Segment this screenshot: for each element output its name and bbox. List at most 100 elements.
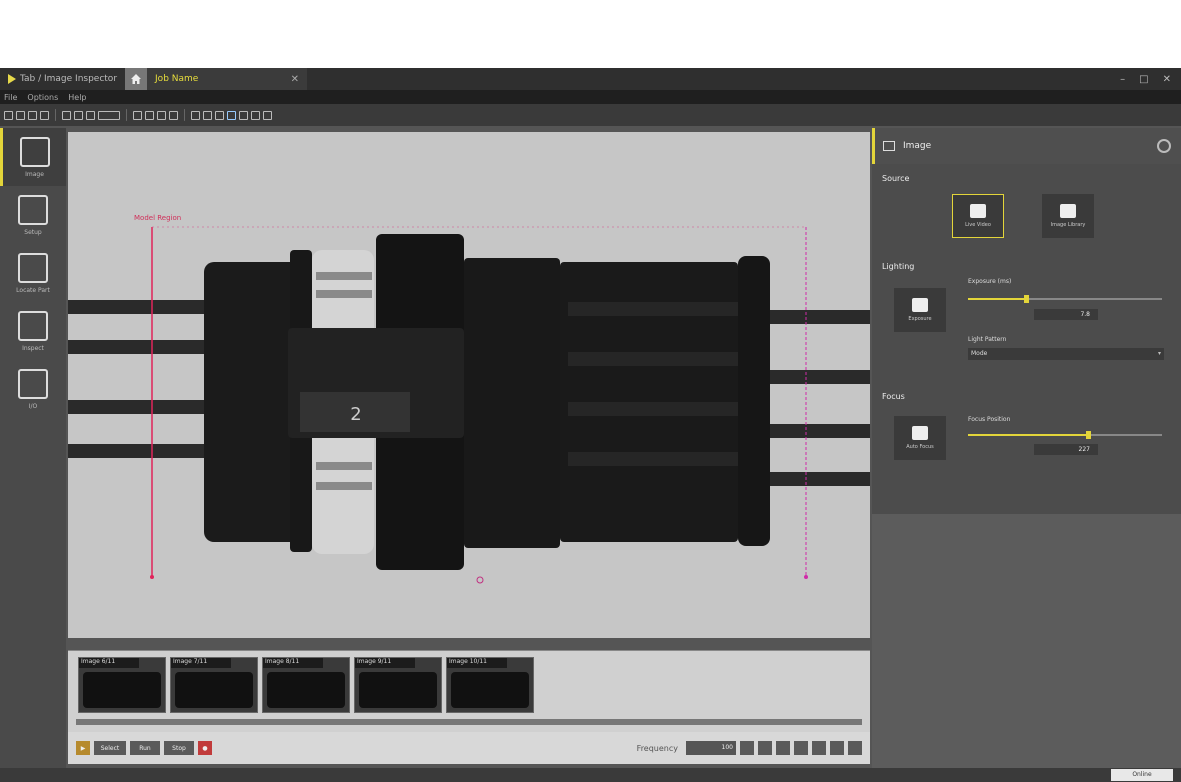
stop-button[interactable]: Stop <box>164 741 194 755</box>
image-library-label: Image Library <box>1050 222 1086 228</box>
undo-icon[interactable] <box>157 110 166 120</box>
light-pattern-dropdown[interactable]: Mode ▾ <box>968 348 1164 360</box>
play-icon: ▶ <box>80 744 86 752</box>
save-all-icon[interactable] <box>40 110 49 120</box>
trigger-icon[interactable] <box>98 110 120 120</box>
cross-icon[interactable] <box>239 110 248 120</box>
next-frame-icon[interactable] <box>830 741 844 755</box>
gear-icon[interactable] <box>1157 139 1171 153</box>
copy-icon[interactable] <box>133 110 142 120</box>
nav-item-io[interactable]: I/O <box>0 360 66 418</box>
thumbnail[interactable]: Image 7/11 <box>170 657 258 713</box>
thumbnail-label: Image 8/11 <box>263 658 323 668</box>
close-tab-icon[interactable]: ✕ <box>291 74 299 85</box>
grab-icon[interactable] <box>74 110 83 120</box>
paste-icon[interactable] <box>145 110 154 120</box>
maximize-button[interactable]: □ <box>1139 74 1148 85</box>
filmstrip-scrollbar[interactable] <box>76 719 862 725</box>
toolbar-separator <box>184 109 185 121</box>
focus-slider[interactable] <box>968 431 1162 439</box>
prev-frame-icon[interactable] <box>758 741 772 755</box>
refresh-icon[interactable] <box>263 110 272 120</box>
toolbar <box>0 104 1181 126</box>
live-video-button[interactable]: Live Video <box>952 194 1004 238</box>
nav-label: I/O <box>28 402 38 410</box>
new-icon[interactable] <box>4 110 13 120</box>
focus-position-label: Focus Position <box>968 416 1011 423</box>
active-tab-label: Job Name <box>155 74 199 84</box>
filmstrip: Image 6/11 Image 7/11 Image 8/11 Image 9… <box>68 650 870 732</box>
pause-icon[interactable] <box>794 741 808 755</box>
camera-icon <box>970 204 986 218</box>
light-pattern-value: Mode <box>971 350 988 357</box>
app-logo-icon <box>8 74 16 84</box>
nav-item-image[interactable]: Image <box>0 128 66 186</box>
select-button[interactable]: Select <box>94 741 126 755</box>
image-panel-icon <box>883 141 895 151</box>
first-frame-icon[interactable] <box>740 741 754 755</box>
focus-slider-knob[interactable] <box>1086 431 1092 439</box>
roi-handle[interactable] <box>804 575 808 579</box>
nav-item-setup[interactable]: Setup <box>0 186 66 244</box>
focus-heading: Focus <box>882 392 905 401</box>
thumbnail[interactable]: Image 9/11 <box>354 657 442 713</box>
thumbnail-label: Image 9/11 <box>355 658 415 668</box>
record-button[interactable]: ● <box>198 741 212 755</box>
menu-file[interactable]: File <box>4 93 17 102</box>
live-icon[interactable] <box>86 110 95 120</box>
camera-icon[interactable] <box>62 110 71 120</box>
zoom-in-icon[interactable] <box>191 110 200 120</box>
overlay-icon[interactable] <box>251 110 260 120</box>
status-bar: Online <box>0 768 1181 782</box>
zoom-out-icon[interactable] <box>203 110 212 120</box>
app-tab[interactable]: Tab / Image Inspector <box>0 68 125 90</box>
chevron-down-icon: ▾ <box>1157 350 1161 357</box>
image-library-button[interactable]: Image Library <box>1042 194 1094 238</box>
zoom-fit-icon[interactable] <box>215 110 224 120</box>
thumbnail[interactable]: Image 8/11 <box>262 657 350 713</box>
live-video-label: Live Video <box>965 222 991 228</box>
roi-label: Model Region <box>134 214 181 222</box>
auto-focus-label: Auto Focus <box>906 444 934 450</box>
frequency-field[interactable]: 100 <box>686 741 736 755</box>
left-nav: Image Setup Locate Part Inspect I/O <box>0 128 66 768</box>
thumbnail-image <box>267 672 345 708</box>
exposure-slider-knob[interactable] <box>1024 295 1030 303</box>
nav-item-locate-part[interactable]: Locate Part <box>0 244 66 302</box>
minimize-button[interactable]: – <box>1120 74 1125 85</box>
thumbnail-label: Image 7/11 <box>171 658 231 668</box>
thumbnail-label: Image 6/11 <box>79 658 139 668</box>
menu-options[interactable]: Options <box>27 93 58 102</box>
play-button[interactable]: ▶ <box>76 741 90 755</box>
focus-value[interactable]: 227 <box>1034 444 1098 455</box>
exposure-value[interactable]: 7.8 <box>1034 309 1098 320</box>
roi-handle[interactable] <box>150 575 154 579</box>
status-badge: Online <box>1111 769 1173 781</box>
redo-icon[interactable] <box>169 110 178 120</box>
active-job-tab[interactable]: Job Name ✕ <box>147 68 308 90</box>
save-icon[interactable] <box>28 110 37 120</box>
monitor-icon <box>19 136 50 167</box>
menu-help[interactable]: Help <box>68 93 86 102</box>
folder-icon <box>1060 204 1076 218</box>
panel-body: Source Live Video Image Library Lighting… <box>872 164 1181 514</box>
auto-exposure-button[interactable]: Exposure <box>894 288 946 332</box>
thumbnail[interactable]: Image 10/11 <box>446 657 534 713</box>
close-window-button[interactable]: ✕ <box>1163 74 1171 85</box>
thumbnail-image <box>451 672 529 708</box>
nav-item-inspect[interactable]: Inspect <box>0 302 66 360</box>
crosshair-icon[interactable] <box>227 110 236 120</box>
thumbnail-image <box>83 672 161 708</box>
locate-icon <box>18 252 48 283</box>
run-button[interactable]: Run <box>130 741 160 755</box>
step-forward-icon[interactable] <box>812 741 826 755</box>
exposure-icon <box>912 298 928 312</box>
open-icon[interactable] <box>16 110 25 120</box>
last-frame-icon[interactable] <box>848 741 862 755</box>
auto-focus-button[interactable]: Auto Focus <box>894 416 946 460</box>
home-button[interactable] <box>125 68 148 90</box>
step-back-icon[interactable] <box>776 741 790 755</box>
exposure-slider[interactable] <box>968 295 1162 303</box>
thumbnail[interactable]: Image 6/11 <box>78 657 166 713</box>
image-viewer[interactable]: 2 Model Region <box>68 132 870 638</box>
